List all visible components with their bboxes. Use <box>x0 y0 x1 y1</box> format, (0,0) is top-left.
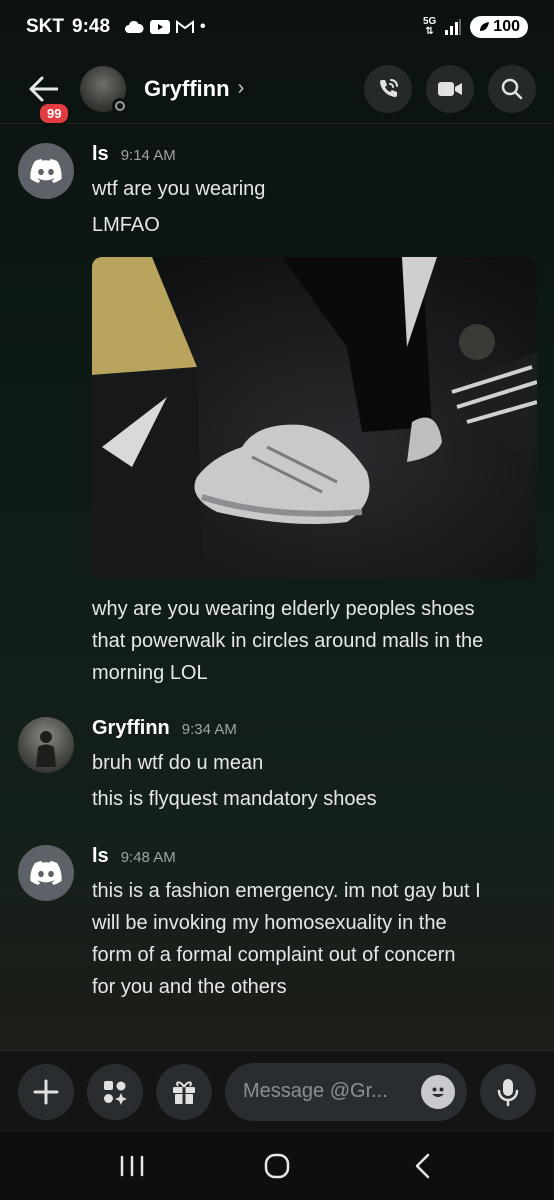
more-dot-icon: • <box>200 18 206 35</box>
unread-badge: 99 <box>38 101 71 125</box>
message-author[interactable]: ls <box>92 143 109 166</box>
message-text: that powerwalk in circles around malls i… <box>92 630 484 652</box>
user-avatar[interactable] <box>18 845 74 901</box>
user-avatar[interactable] <box>18 143 74 199</box>
system-back-button[interactable] <box>392 1141 452 1191</box>
message-text: form of a formal complaint out of concer… <box>92 944 456 966</box>
contact-avatar[interactable] <box>80 65 128 114</box>
message-list[interactable]: ls 9:14 AM wtf are you wearing LMFAO why… <box>0 124 554 1050</box>
cloud-icon <box>125 20 144 33</box>
message-text: will be invoking my homosexuality in the <box>92 912 447 934</box>
message-text: morning LOL <box>92 662 208 684</box>
discord-logo-icon <box>30 861 62 885</box>
arrow-left-icon <box>29 76 58 101</box>
message-text: why are you wearing elderly peoples shoe… <box>92 598 475 620</box>
shoe-photo <box>92 257 537 579</box>
contact-name[interactable]: Gryffinn <box>144 76 230 102</box>
video-camera-icon <box>438 81 462 96</box>
apps-button[interactable] <box>87 1063 143 1120</box>
youtube-icon <box>150 20 171 34</box>
search-icon <box>501 78 523 99</box>
message-timestamp: 9:48 AM <box>120 849 176 866</box>
message-text: this is a fashion emergency. im not gay … <box>92 880 481 902</box>
status-bar: SKT 9:48 • 5G ⇅ 100 <box>0 0 554 54</box>
message-text: this is flyquest mandatory shoes <box>92 788 377 810</box>
message-text: LMFAO <box>92 214 160 236</box>
discord-logo-icon <box>30 159 62 183</box>
message-timestamp: 9:14 AM <box>120 147 176 164</box>
add-attachment-button[interactable] <box>18 1063 74 1120</box>
signal-icon <box>445 19 462 35</box>
gmail-icon <box>176 20 195 33</box>
message-timestamp: 9:34 AM <box>181 721 237 738</box>
home-button[interactable] <box>247 1141 307 1191</box>
recent-apps-button[interactable] <box>102 1141 162 1191</box>
message-author[interactable]: ls <box>92 845 109 868</box>
message-text: wtf are you wearing <box>92 178 266 200</box>
microphone-icon <box>497 1078 519 1106</box>
carrier-label: SKT <box>26 16 64 37</box>
message-input[interactable]: Message @Gr... <box>225 1062 467 1121</box>
message-text: for you and the others <box>92 976 287 998</box>
battery-indicator: 100 <box>470 16 528 38</box>
voice-message-button[interactable] <box>480 1063 536 1120</box>
gift-button[interactable] <box>156 1063 212 1120</box>
plus-icon <box>33 1079 59 1104</box>
leaf-icon <box>480 22 490 31</box>
chevron-right-icon: › <box>237 77 245 99</box>
video-call-button[interactable] <box>426 64 474 113</box>
gift-icon <box>173 1080 195 1104</box>
recent-apps-icon <box>121 1155 144 1177</box>
system-nav-bar <box>0 1132 554 1200</box>
chevron-left-icon <box>415 1153 429 1179</box>
message-text: bruh wtf do u mean <box>92 752 264 774</box>
search-button[interactable] <box>488 64 536 113</box>
message-input-placeholder: Message @Gr... <box>243 1080 388 1102</box>
network-indicator: 5G ⇅ <box>422 16 437 37</box>
clock: 9:48 <box>72 16 111 37</box>
image-attachment[interactable] <box>92 257 537 579</box>
phone-icon <box>380 78 398 97</box>
voice-call-button[interactable] <box>364 64 412 113</box>
chat-header: 99 Gryffinn › <box>0 54 554 125</box>
emoji-icon <box>432 1087 444 1097</box>
emoji-button[interactable] <box>421 1074 455 1109</box>
back-button[interactable]: 99 <box>18 64 71 125</box>
apps-sparkle-icon <box>104 1080 127 1105</box>
message-author[interactable]: Gryffinn <box>92 717 170 740</box>
home-icon <box>264 1153 290 1179</box>
message-composer: Message @Gr... <box>0 1050 554 1132</box>
user-avatar[interactable] <box>18 717 74 773</box>
status-dot <box>112 97 128 114</box>
person-silhouette <box>36 731 56 767</box>
